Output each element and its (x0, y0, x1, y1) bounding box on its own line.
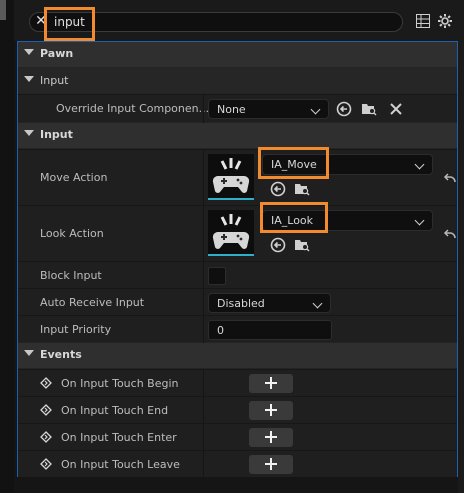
auto-receive-input-combo[interactable]: Disabled (208, 293, 331, 313)
use-selected-icon[interactable] (336, 101, 352, 117)
block-input-checkbox[interactable] (208, 267, 226, 285)
category-title: Events (40, 348, 82, 361)
property-label: Override Input Componen... (56, 102, 210, 115)
column-divider[interactable] (203, 451, 204, 478)
chevron-down-icon (414, 215, 425, 226)
add-event-button[interactable] (249, 428, 293, 447)
column-divider[interactable] (203, 289, 204, 316)
add-event-button[interactable] (249, 455, 293, 474)
property-label: Move Action (40, 171, 108, 184)
look-action-row: Look Action IA_Look (18, 205, 458, 262)
look-action-highlight (260, 202, 328, 233)
event-row: On Input Touch Leave (18, 450, 457, 478)
event-row: On Input Touch End (18, 396, 457, 424)
chevron-down-icon (312, 298, 323, 309)
browse-asset-icon[interactable] (361, 101, 377, 117)
details-panel: Pawn Input Override Input Componen... No… (17, 41, 458, 478)
property-label: Look Action (40, 227, 104, 240)
override-input-combo[interactable]: None (208, 99, 329, 119)
event-label: On Input Touch Enter (61, 431, 177, 444)
event-row: On Input Touch Begin (18, 369, 457, 397)
event-diamond-icon (40, 431, 52, 443)
column-divider[interactable] (203, 206, 204, 262)
gear-icon[interactable] (437, 13, 453, 29)
column-divider[interactable] (203, 316, 204, 343)
category-pawn[interactable]: Pawn (18, 42, 457, 67)
event-label: On Input Touch End (61, 404, 169, 417)
auto-receive-input-row: Auto Receive Input Disabled (18, 288, 457, 316)
collapse-arrow-icon (24, 350, 34, 356)
event-label: On Input Touch Leave (61, 458, 180, 471)
use-selected-icon[interactable] (270, 181, 286, 197)
property-label: Auto Receive Input (40, 296, 145, 309)
input-action-thumbnail[interactable] (208, 210, 254, 256)
move-action-row: Move Action IA_Move (18, 149, 458, 206)
collapse-arrow-icon (24, 49, 34, 55)
column-divider[interactable] (203, 150, 204, 206)
search-input[interactable] (54, 14, 374, 30)
column-divider[interactable] (203, 95, 204, 123)
event-diamond-icon (40, 404, 52, 416)
use-selected-icon[interactable] (270, 237, 286, 253)
collapse-arrow-icon (24, 76, 34, 82)
column-divider[interactable] (203, 370, 204, 397)
event-diamond-icon (40, 377, 52, 389)
category-title: Input (40, 128, 73, 141)
chevron-down-icon (414, 159, 425, 170)
table-view-icon[interactable] (415, 13, 431, 29)
override-input-component-row: Override Input Componen... None (18, 94, 457, 123)
clear-icon[interactable] (388, 101, 404, 117)
category-title: Pawn (40, 47, 74, 60)
input-priority-field[interactable]: 0 (208, 320, 332, 340)
input-action-thumbnail[interactable] (208, 154, 254, 200)
column-divider[interactable] (203, 424, 204, 451)
browse-asset-icon[interactable] (294, 237, 310, 253)
reset-to-default-icon[interactable] (442, 227, 458, 243)
scrollbar-track[interactable] (458, 41, 464, 493)
event-label: On Input Touch Begin (61, 377, 179, 390)
left-tab[interactable] (0, 0, 6, 20)
column-divider[interactable] (203, 397, 204, 424)
event-row: On Input Touch Enter (18, 423, 457, 451)
category-input[interactable]: Input (18, 123, 457, 148)
block-input-row: Block Input (18, 261, 457, 289)
collapse-arrow-icon (24, 130, 34, 136)
column-divider[interactable] (203, 262, 204, 289)
move-action-highlight (258, 147, 329, 179)
property-label: Input Priority (40, 323, 112, 336)
subcategory-input[interactable]: Input (18, 68, 457, 93)
field-value: 0 (217, 324, 224, 337)
combo-value: None (217, 103, 246, 116)
subcategory-title: Input (40, 74, 69, 87)
reset-to-default-icon[interactable] (442, 171, 458, 187)
left-gutter (0, 0, 14, 493)
category-events[interactable]: Events (18, 343, 457, 368)
combo-value: Disabled (217, 297, 265, 310)
gamepad-icon (212, 214, 250, 249)
browse-asset-icon[interactable] (294, 181, 310, 197)
add-event-button[interactable] (249, 374, 293, 393)
add-event-button[interactable] (249, 401, 293, 420)
input-priority-row: Input Priority 0 (18, 315, 457, 343)
search-highlight (44, 7, 95, 41)
property-label: Block Input (40, 269, 102, 282)
event-diamond-icon (40, 458, 52, 470)
chevron-down-icon (310, 104, 321, 115)
gamepad-icon (212, 158, 250, 193)
